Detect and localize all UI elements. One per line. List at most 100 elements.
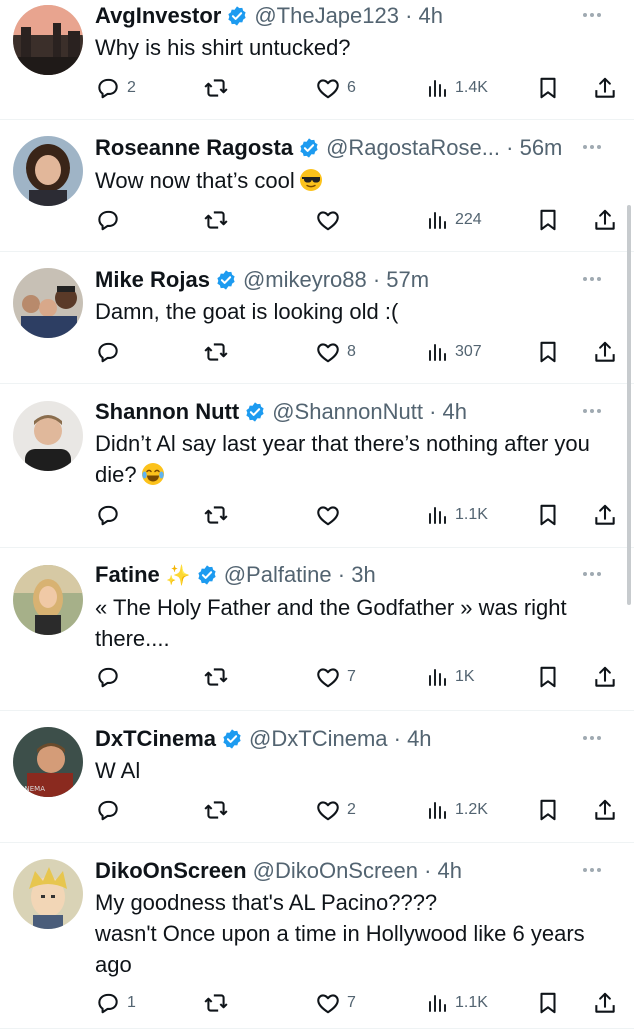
handle-and-time[interactable]: @mikeyro88 · 57m [243, 267, 429, 293]
views-button[interactable]: 1.2K [425, 795, 488, 825]
tweet-text: Why is his shirt untucked? [95, 32, 614, 63]
retweet-button[interactable] [203, 662, 235, 692]
avatar[interactable] [13, 5, 83, 75]
tweet-header: Shannon Nutt @ShannonNutt · 4h [95, 397, 584, 427]
views-button[interactable]: 1.1K [425, 500, 488, 530]
like-button[interactable]: 7 [315, 988, 356, 1018]
handle-and-time[interactable]: @DxTCinema · 4h [249, 726, 432, 752]
handle-and-time[interactable]: @TheJape123 · 4h [254, 3, 443, 29]
bookmark-button[interactable] [535, 73, 561, 103]
views-icon [429, 995, 446, 1012]
like-button[interactable] [315, 500, 347, 530]
reply-tweet[interactable]: Roseanne Ragosta @RagostaRose... · 56m W… [0, 120, 634, 252]
view-count: 1K [455, 668, 475, 685]
reply-button[interactable] [95, 337, 127, 367]
reply-button[interactable]: 1 [95, 988, 136, 1018]
bookmark-button[interactable] [535, 205, 561, 235]
more-icon[interactable] [580, 5, 604, 25]
views-button[interactable]: 1.4K [425, 73, 488, 103]
verified-badge-icon [300, 138, 318, 158]
more-icon[interactable] [580, 269, 604, 289]
bookmark-button[interactable] [535, 988, 561, 1018]
bookmark-button[interactable] [535, 662, 561, 692]
retweet-button[interactable] [203, 73, 235, 103]
tweet-text-line: W Al [95, 758, 141, 783]
retweet-button[interactable] [203, 337, 235, 367]
handle-and-time[interactable]: @Palfatine · 3h [224, 562, 376, 588]
reply-tweet[interactable]: DikoOnScreen @DikoOnScreen · 4h My goodn… [0, 843, 634, 1029]
reply-button[interactable] [95, 795, 127, 825]
tweet-actions: 8 307 [95, 337, 625, 367]
retweet-button[interactable] [203, 795, 235, 825]
tweet-text-line: Didn’t Al say last year that there’s not… [95, 431, 590, 487]
retweet-button[interactable] [203, 205, 235, 235]
avatar[interactable] [13, 565, 83, 635]
display-name[interactable]: Shannon Nutt [95, 399, 239, 425]
avatar[interactable] [13, 401, 83, 471]
share-button[interactable] [592, 337, 618, 367]
share-button[interactable] [592, 662, 618, 692]
views-icon [429, 802, 446, 819]
views-button[interactable]: 1.1K [425, 988, 488, 1018]
handle-and-time[interactable]: @RagostaRose... · 56m [326, 135, 562, 161]
like-button[interactable]: 7 [315, 662, 356, 692]
reply-tweet[interactable]: Fatine ✨ @Palfatine · 3h « The Holy Fath… [0, 548, 634, 711]
reply-tweet[interactable]: ONEMA DxTCinema @DxTCinema · 4h W Al 2 1… [0, 711, 634, 843]
share-button[interactable] [592, 795, 618, 825]
bookmark-button[interactable] [535, 500, 561, 530]
views-button[interactable]: 1K [425, 662, 475, 692]
like-count: 8 [347, 343, 356, 360]
verified-badge-icon [228, 6, 246, 26]
sparkles-emoji: ✨ [165, 564, 191, 587]
more-icon[interactable] [580, 860, 604, 880]
retweet-button[interactable] [203, 500, 235, 530]
more-icon[interactable] [580, 564, 604, 584]
views-button[interactable]: 307 [425, 337, 482, 367]
share-button[interactable] [592, 73, 618, 103]
like-button[interactable]: 8 [315, 337, 356, 367]
reply-tweet[interactable]: Shannon Nutt @ShannonNutt · 4h Didn’t Al… [0, 384, 634, 548]
display-name[interactable]: AvgInvestor [95, 3, 221, 29]
like-button[interactable] [315, 205, 347, 235]
reply-button[interactable] [95, 500, 127, 530]
bookmark-icon [540, 341, 556, 363]
reply-icon [98, 505, 118, 526]
handle-and-time[interactable]: @DikoOnScreen · 4h [253, 858, 462, 884]
reply-button[interactable] [95, 662, 127, 692]
bookmark-button[interactable] [535, 795, 561, 825]
like-button[interactable]: 6 [315, 73, 356, 103]
retweet-button[interactable] [203, 988, 235, 1018]
tweet-actions: 2 1.2K [95, 795, 625, 825]
reply-tweet[interactable]: Mike Rojas @mikeyro88 · 57m Damn, the go… [0, 252, 634, 384]
tweet-header: DikoOnScreen @DikoOnScreen · 4h [95, 856, 584, 886]
handle-and-time[interactable]: @ShannonNutt · 4h [272, 399, 467, 425]
avatar[interactable] [13, 136, 83, 206]
display-name[interactable]: Fatine [95, 562, 160, 588]
share-button[interactable] [592, 988, 618, 1018]
display-name[interactable]: DxTCinema [95, 726, 216, 752]
reply-button[interactable]: 2 [95, 73, 136, 103]
scrollbar[interactable] [627, 205, 631, 605]
display-name[interactable]: Mike Rojas [95, 267, 210, 293]
avatar[interactable] [13, 859, 83, 929]
retweet-icon [204, 994, 228, 1012]
share-icon [595, 799, 615, 820]
views-button[interactable]: 224 [425, 205, 482, 235]
more-icon[interactable] [580, 728, 604, 748]
like-button[interactable]: 2 [315, 795, 356, 825]
avatar[interactable]: ONEMA [13, 727, 83, 797]
tweet-text-line: Damn, the goat is looking old :( [95, 299, 399, 324]
share-button[interactable] [592, 500, 618, 530]
display-name[interactable]: DikoOnScreen [95, 858, 247, 884]
reply-tweet[interactable]: AvgInvestor @TheJape123 · 4h Why is his … [0, 0, 634, 120]
more-icon[interactable] [580, 401, 604, 421]
share-button[interactable] [592, 205, 618, 235]
reply-button[interactable] [95, 205, 127, 235]
display-name[interactable]: Roseanne Ragosta [95, 135, 293, 161]
bookmark-icon [540, 77, 556, 99]
bookmark-button[interactable] [535, 337, 561, 367]
tweet-text-line: « The Holy Father and the Godfather » wa… [95, 595, 567, 651]
tweet-header: Mike Rojas @mikeyro88 · 57m [95, 265, 584, 295]
more-icon[interactable] [580, 137, 604, 157]
avatar[interactable] [13, 268, 83, 338]
